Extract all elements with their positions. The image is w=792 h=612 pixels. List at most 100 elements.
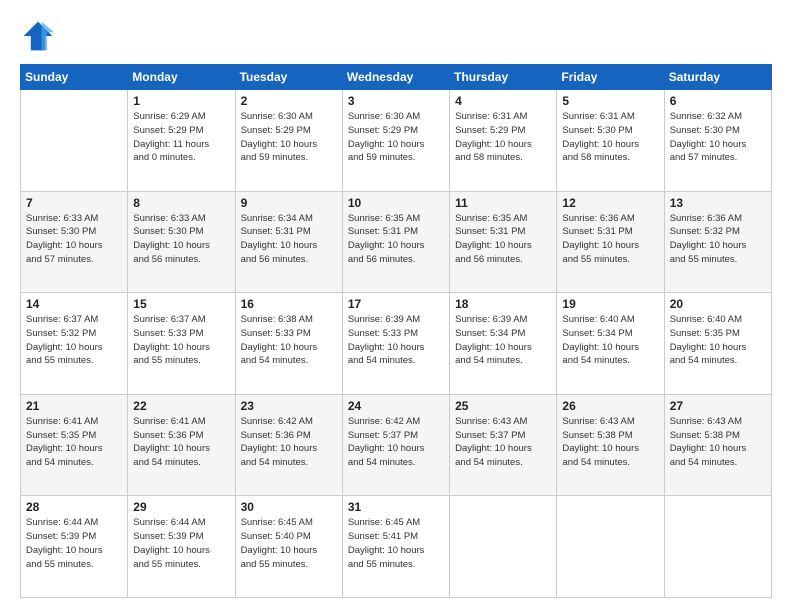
day-info: Sunrise: 6:42 AM Sunset: 5:36 PM Dayligh… bbox=[241, 415, 337, 470]
day-number: 18 bbox=[455, 297, 551, 311]
calendar-cell: 3Sunrise: 6:30 AM Sunset: 5:29 PM Daylig… bbox=[342, 90, 449, 192]
calendar-cell: 15 Sunrise: 6:37 AM Sunset: 5:33 PM Dayli… bbox=[128, 293, 235, 395]
day-number: 25 bbox=[455, 399, 551, 413]
day-info: Sunrise: 6:31 AM Sunset: 5:30 PM Dayligh… bbox=[562, 110, 658, 165]
calendar-cell: 30 Sunrise: 6:45 AM Sunset: 5:40 PM Dayli… bbox=[235, 496, 342, 598]
calendar-cell: 13 Sunrise: 6:36 AM Sunset: 5:32 PM Dayli… bbox=[664, 191, 771, 293]
day-info: Sunrise: 6:35 AM Sunset: 5:31 PM Dayligh… bbox=[455, 212, 551, 267]
day-number: 16 bbox=[241, 297, 337, 311]
calendar-cell: 22 Sunrise: 6:41 AM Sunset: 5:36 PM Dayli… bbox=[128, 394, 235, 496]
calendar-cell: 20Sunrise: 6:40 AM Sunset: 5:35 PM Dayli… bbox=[664, 293, 771, 395]
day-info: Sunrise: 6:33 AM Sunset: 5:30 PM Dayligh… bbox=[26, 212, 122, 267]
day-info: Sunrise: 6:37 AM Sunset: 5:32 PM Dayligh… bbox=[26, 313, 122, 368]
day-number: 15 bbox=[133, 297, 229, 311]
calendar-cell bbox=[21, 90, 128, 192]
calendar-week-4: 21 Sunrise: 6:41 AM Sunset: 5:35 PM Dayli… bbox=[21, 394, 772, 496]
day-info: Sunrise: 6:29 AM Sunset: 5:29 PM Dayligh… bbox=[133, 110, 229, 165]
day-info: Sunrise: 6:39 AM Sunset: 5:33 PM Dayligh… bbox=[348, 313, 444, 368]
day-info: Sunrise: 6:37 AM Sunset: 5:33 PM Dayligh… bbox=[133, 313, 229, 368]
day-info: Sunrise: 6:32 AM Sunset: 5:30 PM Dayligh… bbox=[670, 110, 766, 165]
calendar-cell: 10 Sunrise: 6:35 AM Sunset: 5:31 PM Dayli… bbox=[342, 191, 449, 293]
calendar-week-2: 7 Sunrise: 6:33 AM Sunset: 5:30 PM Daylig… bbox=[21, 191, 772, 293]
calendar-cell: 6 Sunrise: 6:32 AM Sunset: 5:30 PM Daylig… bbox=[664, 90, 771, 192]
calendar-cell: 2Sunrise: 6:30 AM Sunset: 5:29 PM Daylig… bbox=[235, 90, 342, 192]
day-info: Sunrise: 6:30 AM Sunset: 5:29 PM Dayligh… bbox=[348, 110, 444, 165]
calendar-cell bbox=[450, 496, 557, 598]
day-info: Sunrise: 6:39 AM Sunset: 5:34 PM Dayligh… bbox=[455, 313, 551, 368]
day-info: Sunrise: 6:35 AM Sunset: 5:31 PM Dayligh… bbox=[348, 212, 444, 267]
calendar-header-friday: Friday bbox=[557, 65, 664, 90]
calendar-week-1: 1 Sunrise: 6:29 AM Sunset: 5:29 PM Daylig… bbox=[21, 90, 772, 192]
calendar-header-saturday: Saturday bbox=[664, 65, 771, 90]
day-number: 21 bbox=[26, 399, 122, 413]
day-number: 6 bbox=[670, 94, 766, 108]
calendar-header-thursday: Thursday bbox=[450, 65, 557, 90]
calendar-cell: 17Sunrise: 6:39 AM Sunset: 5:33 PM Dayli… bbox=[342, 293, 449, 395]
calendar-cell: 29 Sunrise: 6:44 AM Sunset: 5:39 PM Dayli… bbox=[128, 496, 235, 598]
calendar-cell: 14 Sunrise: 6:37 AM Sunset: 5:32 PM Dayli… bbox=[21, 293, 128, 395]
day-number: 5 bbox=[562, 94, 658, 108]
day-number: 29 bbox=[133, 500, 229, 514]
day-number: 10 bbox=[348, 196, 444, 210]
calendar-table: SundayMondayTuesdayWednesdayThursdayFrid… bbox=[20, 64, 772, 598]
day-info: Sunrise: 6:36 AM Sunset: 5:32 PM Dayligh… bbox=[670, 212, 766, 267]
calendar-cell: 4 Sunrise: 6:31 AM Sunset: 5:29 PM Daylig… bbox=[450, 90, 557, 192]
calendar-header-row: SundayMondayTuesdayWednesdayThursdayFrid… bbox=[21, 65, 772, 90]
day-info: Sunrise: 6:33 AM Sunset: 5:30 PM Dayligh… bbox=[133, 212, 229, 267]
day-info: Sunrise: 6:43 AM Sunset: 5:38 PM Dayligh… bbox=[670, 415, 766, 470]
day-info: Sunrise: 6:44 AM Sunset: 5:39 PM Dayligh… bbox=[133, 516, 229, 571]
day-info: Sunrise: 6:43 AM Sunset: 5:38 PM Dayligh… bbox=[562, 415, 658, 470]
calendar-cell: 28Sunrise: 6:44 AM Sunset: 5:39 PM Dayli… bbox=[21, 496, 128, 598]
day-info: Sunrise: 6:41 AM Sunset: 5:35 PM Dayligh… bbox=[26, 415, 122, 470]
calendar-cell: 7 Sunrise: 6:33 AM Sunset: 5:30 PM Daylig… bbox=[21, 191, 128, 293]
calendar-week-5: 28 Sunrise: 6:44 AM Sunset: 5:39 PM Dayli… bbox=[21, 496, 772, 598]
day-number: 13 bbox=[670, 196, 766, 210]
day-number: 26 bbox=[562, 399, 658, 413]
day-number: 7 bbox=[26, 196, 122, 210]
calendar-cell: 23 Sunrise: 6:42 AM Sunset: 5:36 PM Dayli… bbox=[235, 394, 342, 496]
calendar-cell: 12Sunrise: 6:36 AM Sunset: 5:31 PM Dayli… bbox=[557, 191, 664, 293]
day-info: Sunrise: 6:45 AM Sunset: 5:40 PM Dayligh… bbox=[241, 516, 337, 571]
day-number: 8 bbox=[133, 196, 229, 210]
day-number: 22 bbox=[133, 399, 229, 413]
day-number: 27 bbox=[670, 399, 766, 413]
day-number: 28 bbox=[26, 500, 122, 514]
day-number: 9 bbox=[241, 196, 337, 210]
logo bbox=[20, 18, 62, 54]
day-number: 14 bbox=[26, 297, 122, 311]
day-number: 1 bbox=[133, 94, 229, 108]
top-section bbox=[20, 18, 772, 54]
calendar-week-3: 14 Sunrise: 6:37 AM Sunset: 5:32 PM Dayli… bbox=[21, 293, 772, 395]
day-info: Sunrise: 6:34 AM Sunset: 5:31 PM Dayligh… bbox=[241, 212, 337, 267]
calendar-cell bbox=[557, 496, 664, 598]
calendar-header-sunday: Sunday bbox=[21, 65, 128, 90]
day-number: 31 bbox=[348, 500, 444, 514]
day-number: 20 bbox=[670, 297, 766, 311]
calendar-cell: 19 Sunrise: 6:40 AM Sunset: 5:34 PM Dayli… bbox=[557, 293, 664, 395]
calendar-cell: 26 Sunrise: 6:43 AM Sunset: 5:38 PM Dayli… bbox=[557, 394, 664, 496]
calendar-cell: 18 Sunrise: 6:39 AM Sunset: 5:34 PM Dayli… bbox=[450, 293, 557, 395]
calendar-cell: 27 Sunrise: 6:43 AM Sunset: 5:38 PM Dayli… bbox=[664, 394, 771, 496]
calendar-cell: 5 Sunrise: 6:31 AM Sunset: 5:30 PM Daylig… bbox=[557, 90, 664, 192]
day-info: Sunrise: 6:31 AM Sunset: 5:29 PM Dayligh… bbox=[455, 110, 551, 165]
day-info: Sunrise: 6:41 AM Sunset: 5:36 PM Dayligh… bbox=[133, 415, 229, 470]
day-number: 23 bbox=[241, 399, 337, 413]
calendar-header-monday: Monday bbox=[128, 65, 235, 90]
day-number: 4 bbox=[455, 94, 551, 108]
calendar-cell: 31 Sunrise: 6:45 AM Sunset: 5:41 PM Dayli… bbox=[342, 496, 449, 598]
day-info: Sunrise: 6:40 AM Sunset: 5:34 PM Dayligh… bbox=[562, 313, 658, 368]
day-number: 30 bbox=[241, 500, 337, 514]
day-number: 24 bbox=[348, 399, 444, 413]
day-info: Sunrise: 6:36 AM Sunset: 5:31 PM Dayligh… bbox=[562, 212, 658, 267]
day-info: Sunrise: 6:43 AM Sunset: 5:37 PM Dayligh… bbox=[455, 415, 551, 470]
day-number: 11 bbox=[455, 196, 551, 210]
day-number: 2 bbox=[241, 94, 337, 108]
calendar-cell: 24Sunrise: 6:42 AM Sunset: 5:37 PM Dayli… bbox=[342, 394, 449, 496]
page: SundayMondayTuesdayWednesdayThursdayFrid… bbox=[0, 0, 792, 612]
calendar-header-wednesday: Wednesday bbox=[342, 65, 449, 90]
logo-icon bbox=[20, 18, 56, 54]
day-info: Sunrise: 6:38 AM Sunset: 5:33 PM Dayligh… bbox=[241, 313, 337, 368]
calendar-cell: 1 Sunrise: 6:29 AM Sunset: 5:29 PM Daylig… bbox=[128, 90, 235, 192]
day-info: Sunrise: 6:45 AM Sunset: 5:41 PM Dayligh… bbox=[348, 516, 444, 571]
day-number: 19 bbox=[562, 297, 658, 311]
